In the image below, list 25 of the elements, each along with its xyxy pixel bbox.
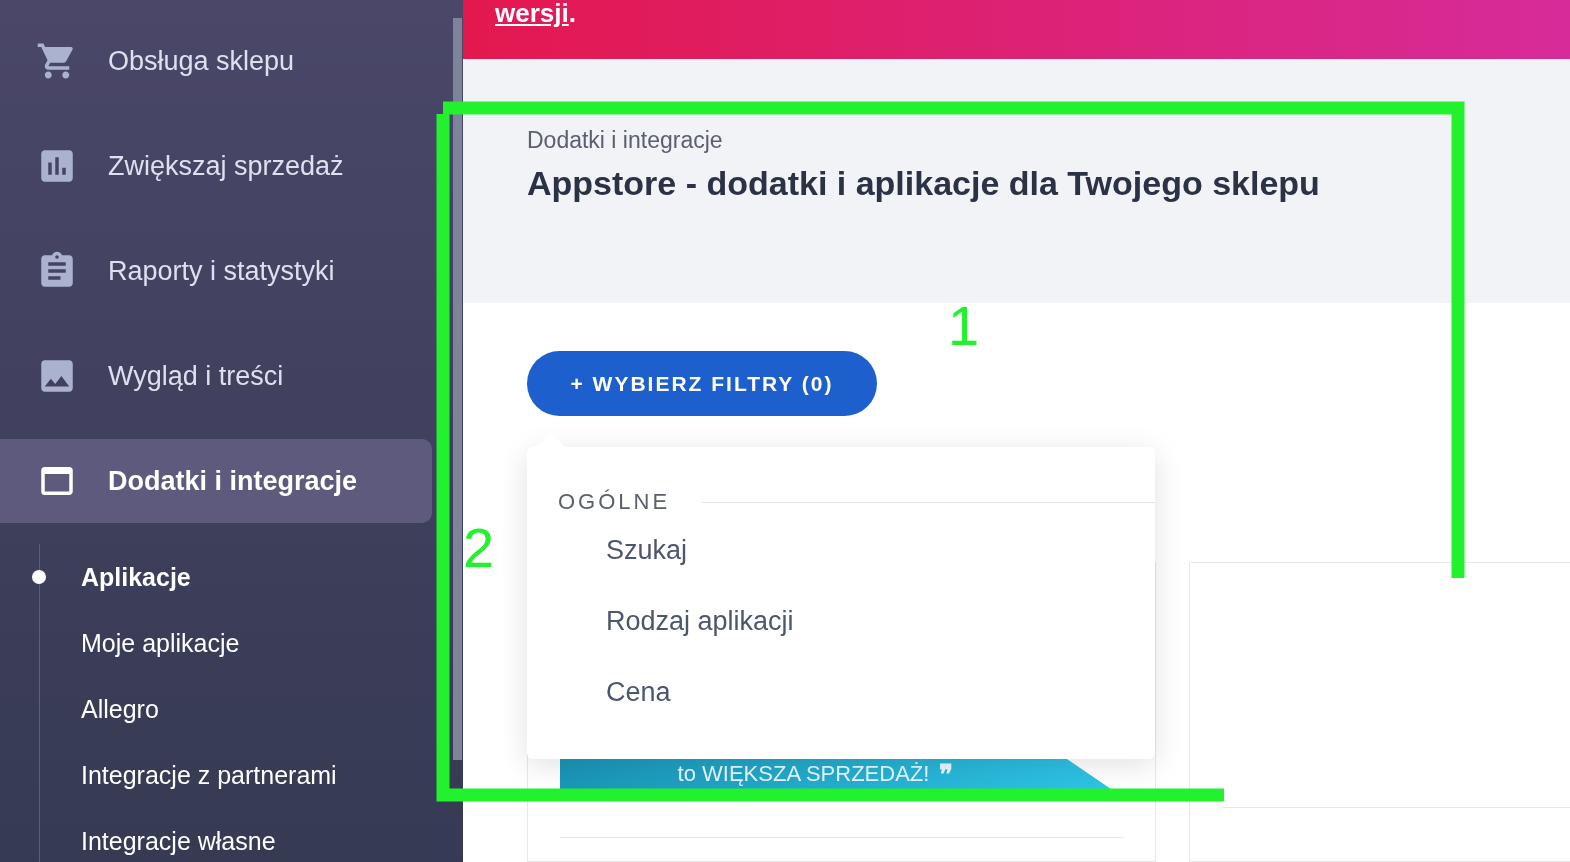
annotation-number: 1	[948, 298, 980, 354]
section-heading: OGÓLNE	[558, 489, 671, 515]
annotation-number: 2	[463, 520, 495, 576]
filter-option[interactable]: Cena	[606, 657, 1155, 728]
banner-text: .	[568, 0, 576, 26]
filter-option[interactable]: Szukaj	[606, 515, 1155, 586]
submenu-item[interactable]: Aplikacje	[31, 544, 463, 610]
sidebar-item[interactable]: Obsługa sklepu	[0, 19, 432, 103]
breadcrumb[interactable]: Dodatki i integracje	[527, 127, 1570, 155]
promo-text: to WIĘKSZA SPRZEDAŻ!	[677, 761, 930, 787]
filter-option[interactable]: Rodzaj aplikacji	[606, 586, 1155, 657]
submenu-item[interactable]: Integracje z partnerami	[31, 742, 463, 808]
submenu-item[interactable]: Moje aplikacje	[31, 610, 463, 676]
sidebar-item[interactable]: Wygląd i treści	[0, 334, 432, 418]
sidebar-item[interactable]: Zwiększaj sprzedaż	[0, 124, 432, 208]
sidebar-item[interactable]: Raporty i statystyki	[0, 229, 432, 313]
page-title: Appstore - dodatki i aplikacje dla Twojego sklepu	[527, 164, 1321, 204]
filter-button[interactable]: + WYBIERZ FILTRY (0)	[527, 351, 877, 416]
submenu-item[interactable]: Allegro	[31, 676, 463, 742]
version-link[interactable]: wersji	[495, 0, 569, 26]
quote-icon: ❞	[939, 758, 954, 790]
active-dot-icon	[32, 570, 46, 584]
scrollbar[interactable]	[453, 18, 462, 760]
submenu-item[interactable]: Integracje własne	[31, 808, 463, 862]
sidebar-item[interactable]: Dodatki i integracje	[0, 439, 432, 523]
